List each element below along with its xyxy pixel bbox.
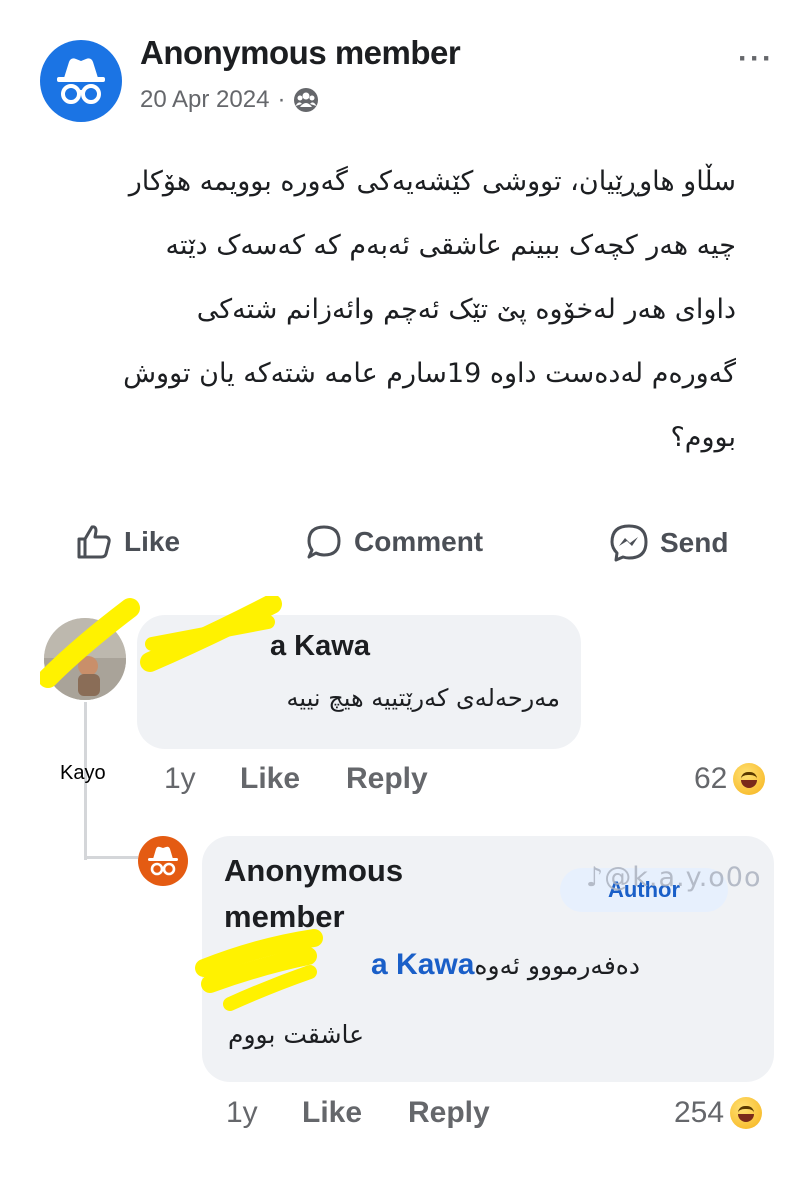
group-icon bbox=[294, 88, 319, 112]
thumbs-up-icon bbox=[77, 525, 111, 559]
commenter-photo-icon bbox=[44, 618, 126, 700]
reaction-count-value: 254 bbox=[674, 1096, 725, 1129]
commenter-avatar[interactable] bbox=[44, 618, 126, 700]
reply-like-button[interactable]: Like bbox=[302, 1096, 362, 1130]
comment-text: مەرحەلەی کەرێتییە هیچ نییە bbox=[286, 684, 560, 712]
comment-reply-button[interactable]: Reply bbox=[346, 762, 428, 796]
post-text-line: بووم؟ bbox=[670, 422, 736, 453]
send-button[interactable]: Send bbox=[608, 522, 728, 564]
commenter-name[interactable]: a Kawa bbox=[270, 630, 370, 663]
comment-reaction-count[interactable]: 62 bbox=[694, 762, 766, 796]
reply-time[interactable]: 1y bbox=[226, 1096, 258, 1130]
overlay-caption: Kayo bbox=[60, 762, 106, 784]
incognito-icon bbox=[148, 846, 178, 876]
incognito-icon bbox=[57, 58, 105, 104]
more-options-button[interactable]: ··· bbox=[738, 42, 774, 76]
post-date[interactable]: 20 Apr 2024 bbox=[140, 86, 269, 114]
meta-separator: · bbox=[277, 86, 286, 113]
author-avatar[interactable] bbox=[40, 40, 122, 122]
reply-text-line: دەفەرمووو ئەوەa Kawa bbox=[228, 948, 640, 982]
watermark-text: ♪@k.a.y.o0o bbox=[586, 862, 762, 893]
post-text-line: چیە هەر کچەک ببینم عاشقی ئەبەم کە کەسەک … bbox=[165, 230, 736, 261]
comment-like-button[interactable]: Like bbox=[240, 762, 300, 796]
mention-link[interactable]: a Kawa bbox=[371, 948, 474, 981]
send-label: Send bbox=[660, 527, 729, 558]
post-meta: 20 Apr 2024 · bbox=[140, 86, 319, 114]
thread-connector bbox=[84, 856, 138, 859]
haha-reaction-icon bbox=[733, 763, 766, 795]
post-author-name[interactable]: Anonymous member bbox=[140, 34, 461, 72]
like-label: Like bbox=[124, 526, 181, 557]
comment-button[interactable]: Comment bbox=[304, 522, 483, 562]
comment-time[interactable]: 1y bbox=[164, 762, 196, 796]
comment-label: Comment bbox=[354, 526, 484, 557]
reply-text: دەفەرمووو ئەوە bbox=[474, 951, 640, 980]
reply-reply-button[interactable]: Reply bbox=[408, 1096, 490, 1130]
comment-bubble-icon bbox=[307, 525, 341, 559]
post-text-line: گەورەم لەدەست داوە 19سارم عامە شتەکە یان… bbox=[123, 358, 736, 389]
post-text-line: سڵاو هاوڕێیان، تووشی کێشەیەکی گەورە بووی… bbox=[128, 166, 736, 197]
reply-author-name[interactable]: Anonymous member bbox=[224, 848, 484, 940]
post-text-line: داوای هەر لەخۆوە پێ تێک ئەچم وائەزانم شت… bbox=[196, 294, 736, 325]
reaction-count-value: 62 bbox=[694, 762, 728, 795]
like-button[interactable]: Like bbox=[74, 522, 180, 562]
reply-author-avatar[interactable] bbox=[138, 836, 188, 886]
messenger-icon bbox=[610, 524, 648, 562]
reply-reaction-count[interactable]: 254 bbox=[674, 1096, 763, 1130]
haha-reaction-icon bbox=[730, 1097, 763, 1129]
reply-text: عاشقت بووم bbox=[228, 1020, 365, 1049]
post-text: سڵاو هاوڕێیان، تووشی کێشەیەکی گەورە بووی… bbox=[36, 150, 736, 470]
